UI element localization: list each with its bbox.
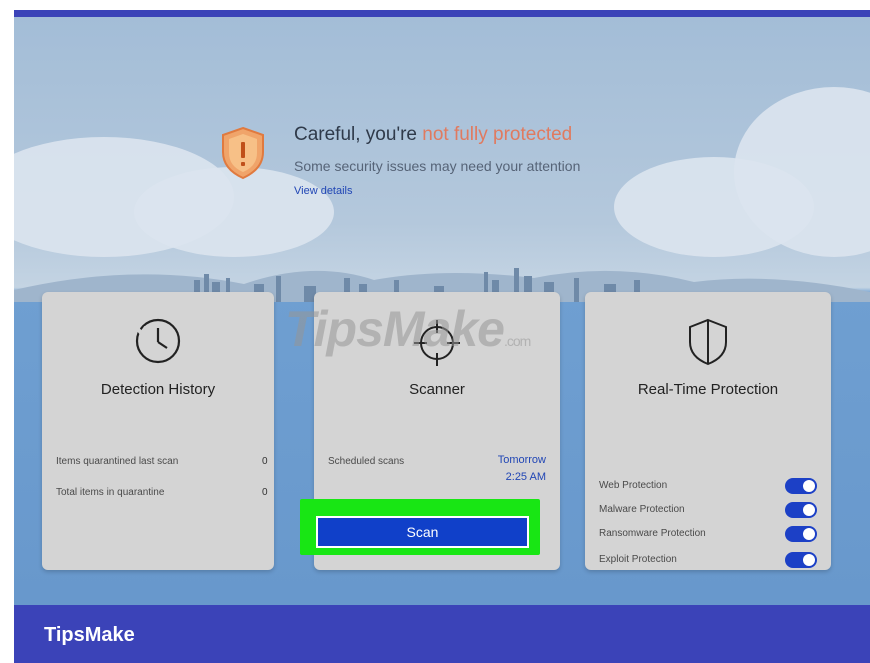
- exploit-protection-toggle[interactable]: [785, 552, 817, 568]
- real-time-protection-card[interactable]: Real-Time Protection Web Protection Malw…: [585, 292, 831, 570]
- footer-brand: TipsMake: [44, 624, 135, 646]
- scanner-title: Scanner: [409, 381, 465, 398]
- warning-shield-icon: [222, 126, 264, 180]
- web-protection-toggle[interactable]: [785, 478, 817, 494]
- protection-status-title: Careful, you're not fully protected: [294, 124, 572, 146]
- footer-banner: TipsMake: [14, 605, 870, 663]
- tipsmake-watermark: TipsMake.com: [285, 300, 531, 358]
- title-prefix: Careful, you're: [294, 124, 417, 145]
- ransomware-protection-toggle[interactable]: [785, 526, 817, 542]
- protection-status-subtitle: Some security issues may need your atten…: [294, 158, 581, 174]
- watermark-text: TipsMake: [285, 301, 505, 357]
- scheduled-scans-value[interactable]: Tomorrow 2:25 AM: [498, 452, 546, 486]
- scan-button-highlight: Scan: [300, 499, 540, 555]
- quarantined-last-scan-label: Items quarantined last scan: [56, 456, 179, 467]
- scheduled-day: Tomorrow: [497, 454, 546, 466]
- ransomware-protection-label: Ransomware Protection: [599, 528, 706, 539]
- detection-history-title: Detection History: [100, 381, 216, 398]
- status-banner: Careful, you're not fully protected Some…: [220, 120, 740, 220]
- quarantined-last-scan-value: 0: [262, 456, 268, 467]
- screenshot-frame: Careful, you're not fully protected Some…: [0, 0, 870, 663]
- detection-history-card[interactable]: Detection History Items quarantined last…: [42, 292, 274, 570]
- shield-icon: [689, 318, 727, 366]
- malware-protection-label: Malware Protection: [599, 504, 685, 515]
- web-protection-label: Web Protection: [599, 480, 668, 491]
- watermark-suffix: .com: [503, 333, 531, 349]
- malware-protection-toggle[interactable]: [785, 502, 817, 518]
- total-in-quarantine-label: Total items in quarantine: [56, 487, 165, 498]
- real-time-protection-title: Real-Time Protection: [637, 381, 779, 398]
- scheduled-scans-label: Scheduled scans: [328, 456, 405, 467]
- view-details-link[interactable]: View details: [294, 185, 353, 197]
- title-warning: not fully protected: [422, 124, 573, 145]
- exploit-protection-label: Exploit Protection: [599, 554, 677, 565]
- total-in-quarantine-value: 0: [262, 487, 268, 498]
- top-border: [14, 10, 870, 17]
- scan-button[interactable]: Scan: [316, 516, 529, 548]
- scheduled-time: 2:25 AM: [505, 471, 546, 483]
- clock-history-icon: [135, 318, 181, 364]
